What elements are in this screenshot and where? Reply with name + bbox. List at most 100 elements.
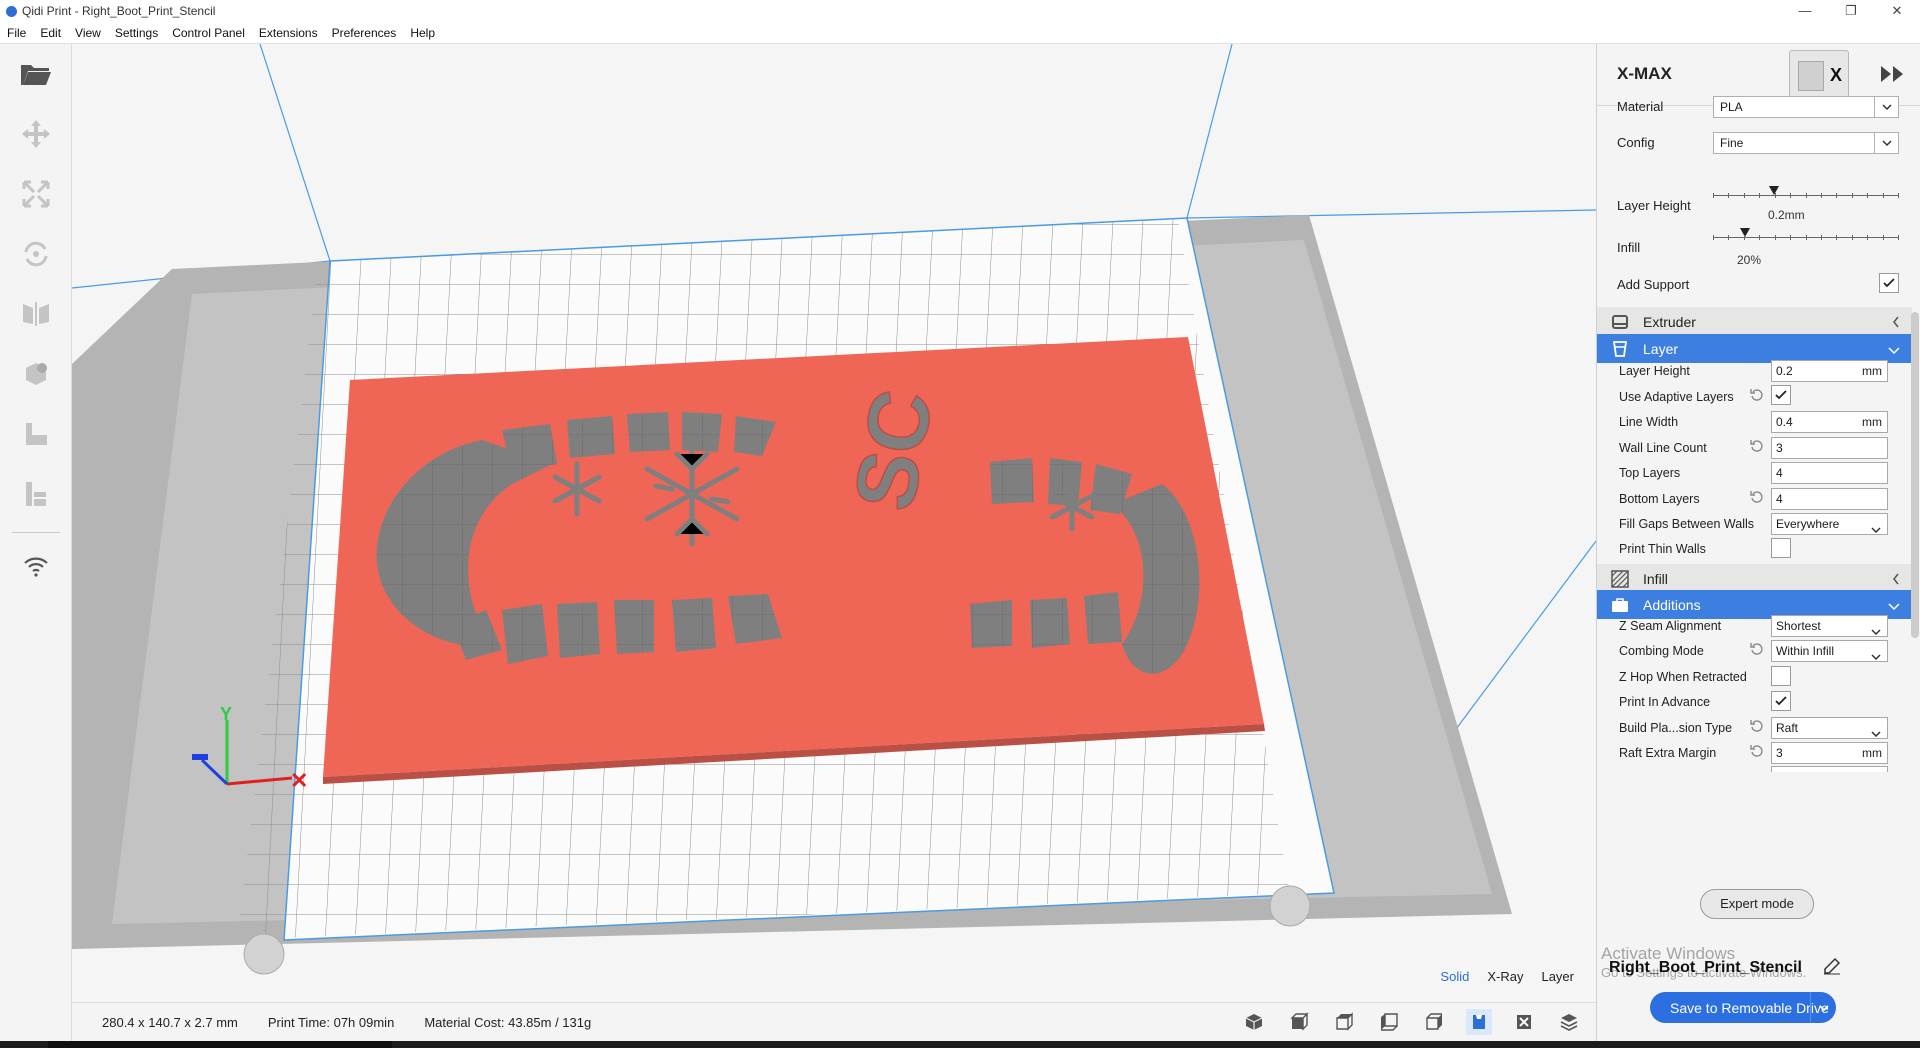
add-support-checkbox[interactable] (1879, 273, 1899, 293)
infill-slider[interactable] (1713, 228, 1899, 244)
per-model-settings-icon[interactable] (18, 358, 54, 390)
settings-list-clip (1597, 766, 1911, 772)
reset-icon[interactable] (1750, 439, 1764, 453)
job-name: Right_Boot_Print_Stencil (1609, 959, 1802, 976)
infill-thumb[interactable] (1740, 228, 1750, 237)
top-layers-input[interactable]: 4 (1771, 462, 1888, 484)
slider-tick (1852, 193, 1853, 198)
wall-line-count-input[interactable]: 3 (1771, 437, 1888, 459)
camera-view-buttons (1241, 1009, 1582, 1035)
view-mode-layer[interactable]: Layer (1541, 969, 1574, 984)
expert-mode-button[interactable]: Expert mode (1700, 889, 1814, 919)
menu-edit[interactable]: Edit (33, 26, 68, 40)
adaptive-layers-label: Use Adaptive Layers (1619, 390, 1734, 404)
menu-view[interactable]: View (68, 26, 108, 40)
section-extruder[interactable]: Extruder (1597, 307, 1912, 336)
material-value: PLA (1720, 100, 1743, 114)
print-thin-walls-checkbox[interactable] (1771, 538, 1791, 558)
svg-text:✕: ✕ (290, 768, 308, 793)
stencil-text: SC (836, 383, 951, 517)
menu-file[interactable]: File (0, 26, 33, 40)
bottom-layers-input[interactable]: 4 (1771, 488, 1888, 510)
reset-icon[interactable] (1750, 744, 1764, 758)
config-dropdown[interactable]: Fine (1713, 132, 1899, 154)
printer-selector[interactable]: X (1789, 50, 1849, 102)
infill-value: 20% (1737, 253, 1762, 267)
combing-mode-label: Combing Mode (1619, 644, 1704, 658)
slider-tick (1821, 235, 1822, 240)
section-additions-label: Additions (1643, 596, 1701, 613)
menu-control-panel[interactable]: Control Panel (165, 26, 252, 40)
layer-mode-icon[interactable] (1556, 1009, 1582, 1035)
adaptive-layers-checkbox[interactable] (1771, 385, 1791, 405)
mirror-icon[interactable] (18, 298, 54, 330)
xray-mode-icon[interactable] (1511, 1009, 1537, 1035)
z-hop-checkbox[interactable] (1771, 666, 1791, 686)
stencil-model[interactable]: SC (323, 337, 1265, 784)
solid-mode-icon[interactable] (1466, 1009, 1492, 1035)
wifi-icon[interactable] (18, 550, 54, 582)
scale-icon[interactable] (18, 178, 54, 210)
combing-mode-select[interactable]: Within Infill (1771, 640, 1888, 662)
build-scene: SC Y ✕ (72, 44, 1596, 975)
material-cost: Material Cost: 43.85m / 131g (424, 1014, 592, 1030)
reset-icon[interactable] (1750, 719, 1764, 733)
view-top-icon[interactable] (1331, 1009, 1357, 1035)
printer-badge: X (1830, 65, 1843, 85)
support-blocker-icon[interactable] (18, 418, 54, 450)
edit-icon[interactable] (1823, 957, 1841, 978)
section-infill-label: Infill (1643, 570, 1668, 587)
chevron-down-icon (1871, 646, 1881, 666)
layer-height-label: Layer Height (1617, 198, 1691, 213)
add-support-label: Add Support (1617, 277, 1690, 292)
menu-help[interactable]: Help (403, 26, 442, 40)
view-mode-xray[interactable]: X-Ray (1487, 969, 1523, 984)
z-seam-label: Z Seam Alignment (1619, 619, 1722, 633)
rotate-icon[interactable] (18, 238, 54, 270)
layer-height-input[interactable]: 0.2 mm (1771, 360, 1888, 382)
menu-settings[interactable]: Settings (108, 26, 165, 40)
slider-tick (1806, 235, 1807, 240)
chevron-down-icon (1888, 598, 1900, 614)
view-3d-icon[interactable] (1241, 1009, 1267, 1035)
layer-height-slider[interactable] (1713, 186, 1899, 202)
close-button[interactable]: ✕ (1874, 0, 1920, 22)
z-seam-select[interactable]: Shortest (1771, 615, 1888, 637)
view-left-icon[interactable] (1376, 1009, 1402, 1035)
view-right-icon[interactable] (1421, 1009, 1447, 1035)
slider-tick (1867, 235, 1868, 240)
slider-tick (1836, 235, 1837, 240)
move-icon[interactable] (18, 118, 54, 150)
3d-viewport[interactable]: SC Y ✕ Solid X-Ray Layer (72, 44, 1596, 1002)
line-width-input[interactable]: 0.4 mm (1771, 411, 1888, 433)
fill-gaps-select[interactable]: Everywhere (1771, 513, 1888, 535)
reset-icon[interactable] (1750, 642, 1764, 656)
collapse-panel-icon[interactable] (1879, 64, 1907, 87)
menu-preferences[interactable]: Preferences (325, 26, 404, 40)
layer-height-thumb[interactable] (1769, 186, 1779, 195)
settings-scrollbar[interactable] (1911, 312, 1919, 638)
open-folder-icon[interactable] (18, 58, 54, 90)
chevron-down-icon[interactable] (1810, 992, 1836, 1023)
print-settings-panel: X-MAX X Material PLA Config Fine Layer H… (1596, 44, 1920, 1041)
section-infill[interactable]: Infill (1597, 564, 1912, 593)
section-layer[interactable]: Layer (1597, 334, 1912, 363)
layer-view-icon[interactable] (18, 478, 54, 510)
save-to-removable-drive-button[interactable]: Save to Removable Drive (1650, 992, 1836, 1023)
slider-tick (1836, 193, 1837, 198)
z-hop-label: Z Hop When Retracted (1619, 670, 1747, 684)
reset-icon[interactable] (1750, 388, 1764, 402)
menu-extensions[interactable]: Extensions (252, 26, 325, 40)
raft-margin-input[interactable]: 3 mm (1771, 742, 1888, 764)
print-in-advance-checkbox[interactable] (1771, 691, 1791, 711)
reset-icon[interactable] (1750, 490, 1764, 504)
material-dropdown[interactable]: PLA (1713, 96, 1899, 118)
view-mode-solid[interactable]: Solid (1440, 969, 1469, 984)
slider-tick (1898, 235, 1899, 240)
layer-icon (1609, 340, 1631, 358)
view-front-icon[interactable] (1286, 1009, 1312, 1035)
build-plate-adhesion-select[interactable]: Raft (1771, 717, 1888, 739)
maximize-button[interactable]: ❐ (1828, 0, 1874, 22)
section-layer-label: Layer (1643, 340, 1679, 357)
minimize-button[interactable]: — (1782, 0, 1828, 22)
